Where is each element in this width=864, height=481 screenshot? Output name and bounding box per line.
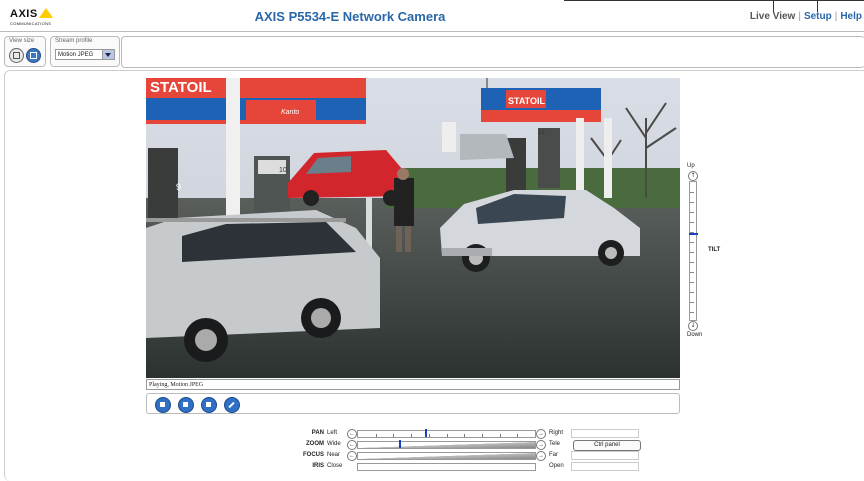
snapshot-icon bbox=[183, 402, 188, 407]
focus-near-button[interactable]: ← bbox=[347, 451, 357, 461]
tilt-down-button[interactable]: ↓ bbox=[688, 321, 698, 331]
tilt-label: TILT bbox=[708, 247, 721, 253]
sign-text: STATOIL bbox=[150, 79, 212, 96]
focus-slider[interactable] bbox=[357, 452, 536, 460]
sign-text: STATOIL bbox=[508, 96, 546, 106]
window-full-icon bbox=[30, 52, 37, 59]
video-control-bar bbox=[146, 393, 680, 414]
view-size-group: View size bbox=[4, 36, 46, 67]
ctrl-panel-button[interactable]: Ctrl panel bbox=[573, 440, 641, 451]
slider-tick bbox=[517, 434, 519, 437]
slider-tick bbox=[690, 192, 694, 193]
nav-help[interactable]: Help bbox=[840, 11, 862, 22]
arrow-right-icon: → bbox=[538, 431, 544, 437]
slider-tick bbox=[690, 252, 694, 253]
divider bbox=[564, 0, 864, 1]
stream-profile-group: Stream profile Motion JPEG bbox=[50, 36, 120, 67]
chevron-down-icon bbox=[102, 50, 114, 59]
kiosk-text: Kanto bbox=[281, 109, 299, 116]
stream-profile-select[interactable]: Motion JPEG bbox=[55, 49, 115, 60]
slider-tick bbox=[690, 292, 694, 293]
pump-number: 9 bbox=[176, 182, 181, 192]
slider-tick bbox=[428, 434, 430, 437]
pump-number: 10 bbox=[279, 167, 287, 174]
tilt-thumb[interactable] bbox=[689, 233, 698, 236]
slider-tick bbox=[690, 282, 694, 283]
ptz-row-focus: FOCUS Near ← → Far bbox=[298, 450, 658, 461]
arrow-up-icon: ↑ bbox=[690, 172, 696, 179]
slider-tick bbox=[411, 434, 413, 437]
ptz-row-pan: PAN Left ← → Right bbox=[298, 428, 658, 439]
pan-thumb[interactable] bbox=[425, 429, 428, 437]
slider-tick bbox=[690, 312, 694, 313]
zoom-tele-button[interactable]: → bbox=[536, 440, 546, 450]
ptz-row-iris: IRIS Close Open bbox=[298, 461, 658, 471]
stream-status: Playing, Motion JPEG bbox=[146, 379, 680, 390]
page-title: AXIS P5534-E Network Camera bbox=[254, 9, 446, 24]
slider-tick bbox=[690, 222, 694, 223]
pump-number: 12 bbox=[538, 130, 545, 136]
fullscreen-icon bbox=[206, 402, 211, 407]
snapshot-button[interactable] bbox=[178, 397, 194, 413]
slider-tick bbox=[481, 434, 483, 437]
toolbar-extra-panel bbox=[121, 36, 864, 68]
tilt-up-button[interactable]: ↑ bbox=[688, 171, 698, 181]
window-small-icon bbox=[13, 52, 20, 59]
slider-tick bbox=[690, 202, 694, 203]
slider-tick bbox=[690, 272, 694, 273]
arrow-right-icon: → bbox=[538, 442, 544, 448]
pan-left-button[interactable]: ← bbox=[347, 429, 357, 439]
camera-image: STATOIL Kanto STATOIL 9 10 12 bbox=[146, 78, 680, 378]
arrow-left-icon: ← bbox=[349, 442, 355, 448]
zoom-wide-button[interactable]: ← bbox=[347, 440, 357, 450]
pan-slider[interactable] bbox=[357, 429, 536, 438]
nav-live-view[interactable]: Live View bbox=[750, 11, 795, 22]
slider-tick bbox=[446, 434, 448, 437]
fullscreen-button[interactable] bbox=[201, 397, 217, 413]
tilt-slider[interactable] bbox=[689, 181, 698, 321]
stop-icon bbox=[160, 402, 165, 407]
focus-far-button[interactable]: → bbox=[536, 451, 546, 461]
view-size-small-button[interactable] bbox=[9, 48, 24, 63]
view-size-full-button[interactable] bbox=[26, 48, 41, 63]
slider-tick bbox=[690, 212, 694, 213]
pen-icon bbox=[228, 401, 235, 409]
pan-value-box bbox=[571, 429, 639, 438]
arrow-down-icon: ↓ bbox=[690, 322, 696, 329]
arrow-right-icon: → bbox=[538, 453, 544, 459]
nav-setup[interactable]: Setup bbox=[804, 11, 832, 22]
focus-value-box bbox=[571, 451, 639, 460]
arrow-left-icon: ← bbox=[349, 453, 355, 459]
arrow-left-icon: ← bbox=[349, 431, 355, 437]
draw-button[interactable] bbox=[224, 397, 240, 413]
zoom-slider[interactable] bbox=[357, 440, 536, 449]
video-stream[interactable]: STATOIL Kanto STATOIL 9 10 12 bbox=[146, 78, 680, 378]
slider-tick bbox=[375, 434, 377, 437]
stop-button[interactable] bbox=[155, 397, 171, 413]
top-nav: Live View | Setup | Help bbox=[749, 11, 862, 22]
header-divider bbox=[0, 31, 864, 32]
slider-tick bbox=[690, 242, 694, 243]
slider-tick bbox=[690, 302, 694, 303]
pan-right-button[interactable]: → bbox=[536, 429, 546, 439]
iris-value-box bbox=[571, 462, 639, 471]
slider-tick bbox=[393, 434, 395, 437]
header: AXIS COMMUNICATIONS AXIS P5534-E Network… bbox=[0, 0, 864, 34]
zoom-thumb[interactable] bbox=[398, 440, 401, 448]
slider-tick bbox=[690, 262, 694, 263]
slider-tick bbox=[464, 434, 466, 437]
slider-tick bbox=[499, 434, 501, 437]
iris-slider[interactable] bbox=[357, 463, 536, 471]
tilt-control: Up ↑ ↓ Down bbox=[687, 163, 703, 338]
